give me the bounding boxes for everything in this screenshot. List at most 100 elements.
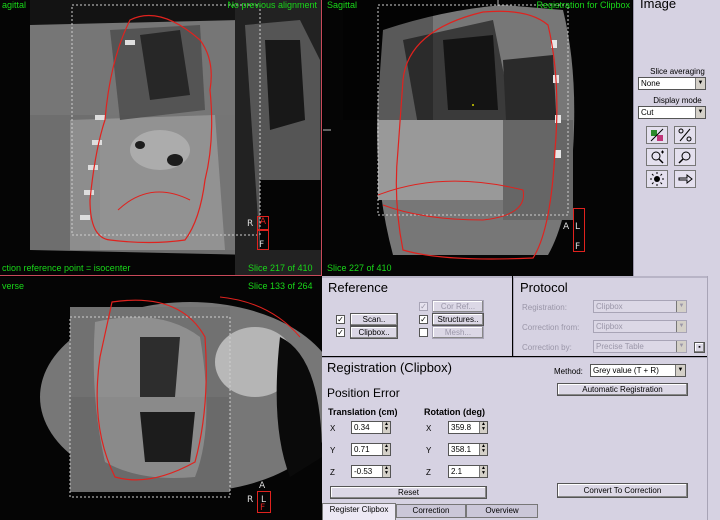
- zoom-fit-button[interactable]: [674, 148, 696, 166]
- zoom-in-button[interactable]: [646, 148, 668, 166]
- correction-reference-text: ction reference point = isocenter: [2, 263, 131, 273]
- orient-right-label: L: [575, 222, 581, 232]
- lock-icon: ▪: [698, 344, 701, 351]
- tab-register-clipbox[interactable]: Register Clipbox: [322, 503, 396, 520]
- window-level-button[interactable]: [646, 126, 668, 144]
- clipbox-checkbox[interactable]: ✓: [336, 328, 345, 337]
- corref-button[interactable]: Cor Ref...: [432, 300, 484, 313]
- mesh-checkbox[interactable]: [419, 328, 428, 337]
- translation-x-label: X: [330, 424, 336, 433]
- display-mode-value: Cut: [641, 108, 654, 117]
- translation-z-label: Z: [330, 468, 335, 477]
- rotation-z-field[interactable]: 2.1 ▲ ▼: [448, 465, 488, 478]
- translation-z-field[interactable]: -0.53 ▲ ▼: [351, 465, 391, 478]
- lock-button[interactable]: ▪: [694, 342, 705, 353]
- spinner-icon: ▲ ▼: [382, 466, 390, 477]
- orient-left-label: R: [247, 495, 254, 505]
- spinner-icon: ▲ ▼: [382, 444, 390, 455]
- clipbox-button[interactable]: Clipbox..: [350, 326, 398, 339]
- chevron-down-icon: ▼: [676, 321, 686, 332]
- reference-panel: Reference ✓ Scan.. ✓ Clipbox.. ✓ Cor Ref…: [322, 276, 512, 356]
- structures-button[interactable]: Structures..: [432, 313, 484, 326]
- chevron-down-icon: ▼: [676, 341, 686, 352]
- slice-indicator: Slice 217 of 410: [248, 263, 313, 273]
- percent-icon: [678, 128, 692, 142]
- orient-top-label: A: [257, 216, 269, 230]
- hand-pointer-icon: [678, 173, 693, 185]
- rotation-z-label: Z: [426, 468, 431, 477]
- convert-to-correction-button[interactable]: Convert To Correction: [557, 483, 688, 498]
- translation-y-value: 0.71: [354, 445, 370, 454]
- transverse-viewport[interactable]: verse Slice 133 of 264 A R L F: [0, 277, 322, 520]
- alignment-status: No previous alignment: [227, 0, 317, 10]
- registration-title: Registration (Clipbox): [327, 360, 452, 375]
- scan-button[interactable]: Scan..: [350, 313, 398, 326]
- orientation-indicator: R A F: [247, 216, 269, 250]
- position-error-title: Position Error: [327, 386, 400, 400]
- registration-select[interactable]: Clipbox ▼: [593, 300, 687, 313]
- image-panel-title: Image: [640, 0, 677, 11]
- rotation-x-field[interactable]: 359.8 ▲ ▼: [448, 421, 488, 434]
- method-select[interactable]: Grey value (T + R) ▼: [590, 364, 686, 377]
- spinner-icon: ▲ ▼: [382, 422, 390, 433]
- correction-from-select[interactable]: Clipbox ▼: [593, 320, 687, 333]
- display-mode-select[interactable]: Cut ▼: [638, 106, 706, 119]
- orient-left-label: R: [247, 219, 254, 229]
- coronal-viewport[interactable]: agittal No previous alignment ction refe…: [0, 0, 322, 276]
- rotation-y-field[interactable]: 358.1 ▲ ▼: [448, 443, 488, 456]
- rotation-x-label: X: [426, 424, 432, 433]
- rotation-z-value: 2.1: [451, 467, 463, 476]
- chevron-down-icon: ▼: [676, 301, 686, 312]
- slice-averaging-select[interactable]: None ▼: [638, 77, 706, 90]
- translation-y-field[interactable]: 0.71 ▲ ▼: [351, 443, 391, 456]
- spinner-icon: ▲ ▼: [479, 422, 487, 433]
- rotation-y-label: Y: [426, 446, 432, 455]
- orient-left-label: A: [563, 222, 570, 232]
- correction-from-value: Clipbox: [596, 322, 623, 331]
- scan-checkbox[interactable]: ✓: [336, 315, 345, 324]
- pan-button[interactable]: [674, 170, 696, 188]
- rotation-x-value: 359.8: [451, 423, 472, 432]
- tab-correction[interactable]: Correction: [396, 504, 466, 518]
- correction-by-select[interactable]: Precise Table ▼: [593, 340, 687, 353]
- brightness-button[interactable]: [646, 170, 668, 188]
- method-value: Grey value (T + R): [593, 366, 659, 375]
- orient-bottom-label: F: [575, 242, 581, 252]
- rotation-label: Rotation (deg): [424, 407, 485, 417]
- coronal-ct-image: [0, 0, 321, 275]
- sagittal-viewport[interactable]: Sagittal Registration for Clipbox Slice …: [323, 0, 632, 276]
- correction-from-label: Correction from:: [522, 323, 580, 332]
- orient-top-label: A: [259, 481, 266, 491]
- correction-by-value: Precise Table: [596, 342, 644, 351]
- translation-y-label: Y: [330, 446, 336, 455]
- slice-indicator: Slice 227 of 410: [327, 263, 392, 273]
- chevron-down-icon: ▼: [695, 107, 705, 118]
- spinner-icon: ▲ ▼: [479, 466, 487, 477]
- reference-title: Reference: [328, 280, 388, 295]
- translation-z-value: -0.53: [354, 467, 373, 476]
- registration-panel: Registration (Clipbox) Method: Grey valu…: [322, 357, 707, 520]
- protocol-panel: Protocol Registration: Clipbox ▼ Correct…: [513, 276, 707, 356]
- corref-checkbox[interactable]: ✓: [419, 302, 428, 311]
- method-label: Method:: [554, 367, 583, 376]
- translation-label: Translation (cm): [328, 407, 398, 417]
- image-panel: Image Slice averaging None ▼ Display mod…: [633, 0, 720, 276]
- translation-x-value: 0.34: [354, 423, 370, 432]
- translation-x-field[interactable]: 0.34 ▲ ▼: [351, 421, 391, 434]
- reset-button[interactable]: Reset: [330, 486, 487, 499]
- chevron-down-icon: ▼: [675, 365, 685, 376]
- automatic-registration-button[interactable]: Automatic Registration: [557, 383, 688, 396]
- chevron-down-icon: ▼: [695, 78, 705, 89]
- coronal-title: agittal: [2, 0, 27, 10]
- orient-bottom-label: F: [259, 240, 265, 250]
- spinner-icon: ▲ ▼: [479, 444, 487, 455]
- tab-overview[interactable]: Overview: [466, 504, 538, 518]
- registration-status: Registration for Clipbox: [536, 0, 630, 10]
- orientation-indicator: A R L F: [247, 481, 275, 517]
- reset-contrast-button[interactable]: [674, 126, 696, 144]
- contrast-icon: [650, 128, 664, 142]
- mesh-button[interactable]: Mesh...: [432, 326, 484, 339]
- structures-checkbox[interactable]: ✓: [419, 315, 428, 324]
- rotation-y-value: 358.1: [451, 445, 472, 454]
- orientation-indicator: A L F: [563, 208, 593, 253]
